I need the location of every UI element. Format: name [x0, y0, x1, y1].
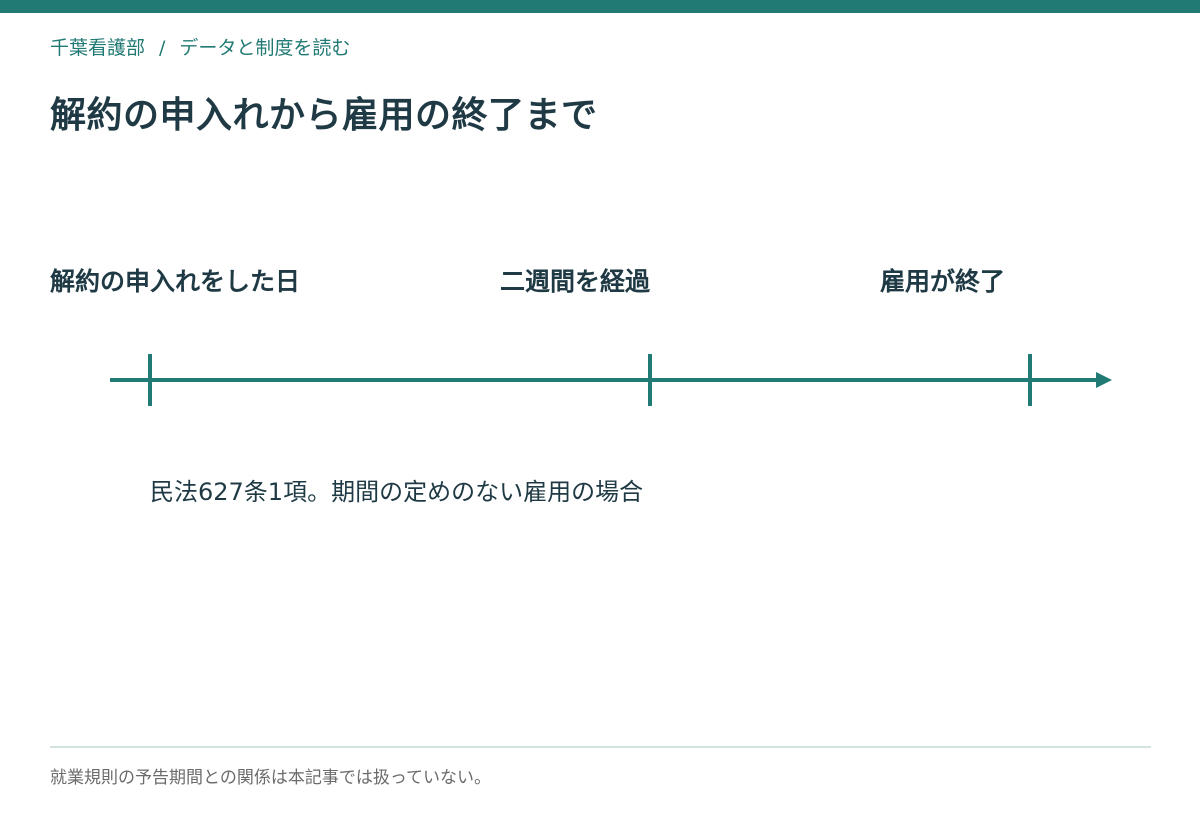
footer-divider [50, 746, 1151, 748]
breadcrumb-section-link[interactable]: データと制度を読む [179, 37, 350, 59]
timeline-diagram [110, 354, 1112, 406]
footnote: 就業規則の予告期間との関係は本記事では扱っていない。 [50, 768, 491, 788]
page-title: 解約の申入れから雇用の終了まで [50, 95, 598, 136]
top-accent-bar [0, 0, 1200, 13]
timeline-arrowhead [1096, 372, 1112, 388]
milestone-label-start: 解約の申入れをした日 [50, 267, 301, 296]
breadcrumb-site-link[interactable]: 千葉看護部 [50, 37, 145, 59]
milestone-label-end: 雇用が終了 [880, 267, 1006, 296]
milestone-label-two-weeks: 二週間を経過 [500, 267, 651, 296]
breadcrumb-separator: / [159, 37, 166, 59]
breadcrumb: 千葉看護部 / データと制度を読む [50, 33, 350, 60]
legal-basis-note: 民法627条1項。期間の定めのない雇用の場合 [150, 478, 644, 506]
